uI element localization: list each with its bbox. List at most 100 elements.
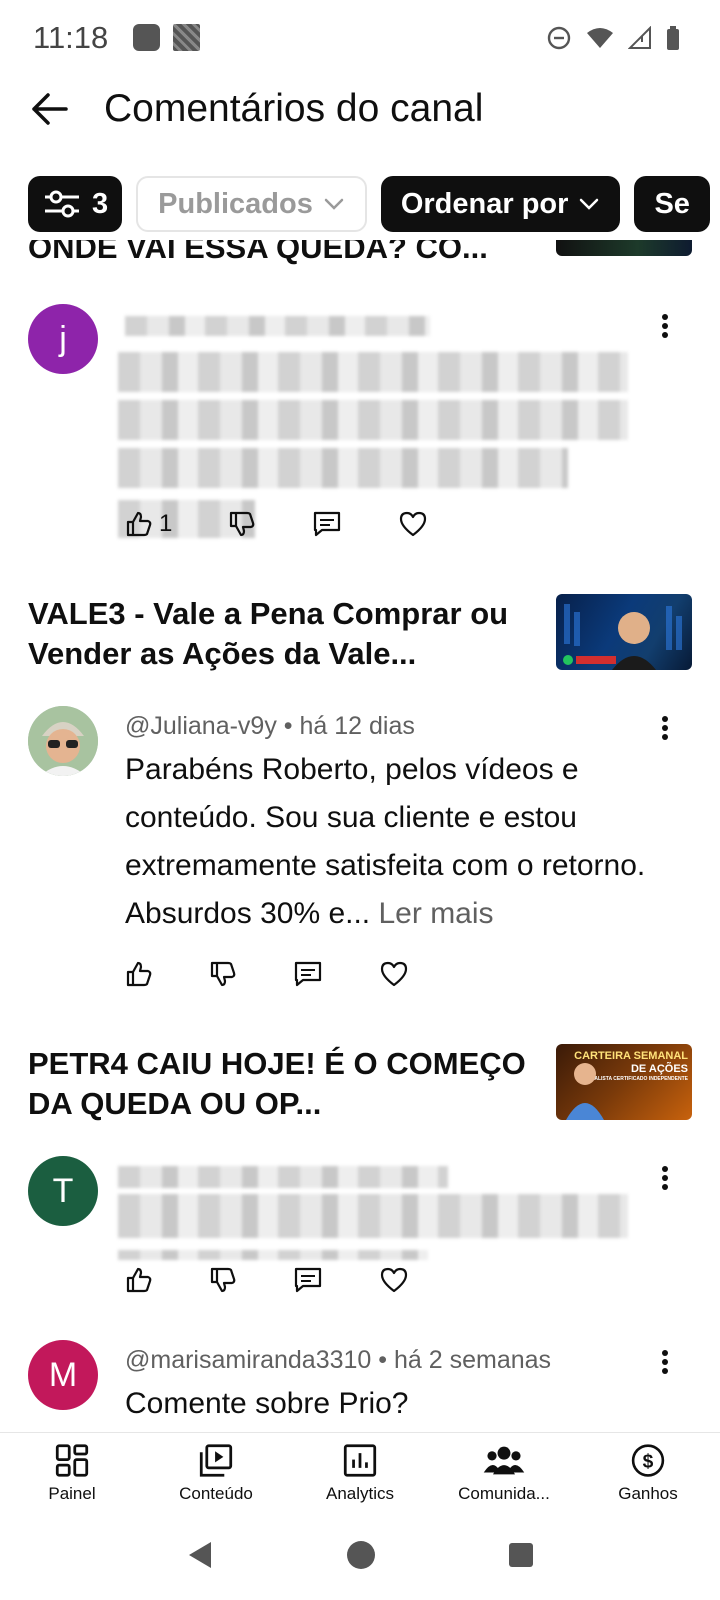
system-recents-icon[interactable] <box>507 1541 535 1569</box>
thumb-down-icon <box>230 511 255 537</box>
heart-button[interactable] <box>379 960 409 988</box>
notification-icons <box>133 24 200 51</box>
heart-button[interactable] <box>398 510 428 538</box>
thumbnail-art <box>563 604 682 670</box>
comment-author[interactable]: @Juliana-v9y <box>125 712 277 740</box>
comment-age: há 12 dias <box>299 712 415 740</box>
heart-icon <box>380 961 408 987</box>
thumb-up-icon <box>126 1267 152 1293</box>
read-more-link[interactable]: Ler mais <box>379 897 494 930</box>
next-filter-chip[interactable]: Se <box>634 176 710 232</box>
more-options-button[interactable] <box>650 306 680 346</box>
more-options-button[interactable] <box>650 708 680 748</box>
status-time: 11:18 <box>33 20 109 55</box>
redacted-text <box>118 352 628 392</box>
heart-button[interactable] <box>379 1266 409 1294</box>
filter-count: 3 <box>92 187 109 220</box>
status-bar: 11:18 <box>0 0 720 78</box>
dislike-button[interactable] <box>209 1266 237 1294</box>
redacted-author <box>125 316 430 336</box>
system-navigation-bar <box>0 1510 720 1600</box>
comment-author[interactable]: @marisamiranda3310 <box>125 1346 371 1374</box>
reply-comment-icon <box>294 961 322 987</box>
app-notification-icon <box>133 24 160 51</box>
thumb-down-icon <box>210 1267 236 1293</box>
page-title: Comentários do canal <box>104 87 484 130</box>
redacted-text <box>118 1250 428 1260</box>
system-home-icon[interactable] <box>345 1539 377 1571</box>
like-button[interactable] <box>125 1266 153 1294</box>
nav-label: Comunida... <box>458 1484 550 1503</box>
more-vert-icon <box>662 1166 668 1190</box>
like-button[interactable] <box>125 960 153 988</box>
nav-label: Ganhos <box>618 1484 678 1503</box>
arrow-back-icon <box>32 93 68 125</box>
chevron-down-icon <box>323 197 345 211</box>
nav-item-ganhos[interactable]: $ Ganhos <box>576 1433 720 1504</box>
published-filter-chip[interactable]: Publicados <box>136 176 367 232</box>
reply-button[interactable] <box>312 510 342 538</box>
meta-separator: • <box>378 1346 394 1374</box>
video-header[interactable]: ONDE VAI ESSA QUEDA? CO... <box>28 240 692 268</box>
redacted-text <box>118 400 628 440</box>
avatar[interactable] <box>28 706 98 776</box>
app-header: Comentários do canal <box>0 78 720 168</box>
nav-item-conteudo[interactable]: Conteúdo <box>144 1433 288 1504</box>
system-status-icons <box>546 25 680 51</box>
nav-label: Conteúdo <box>179 1484 253 1503</box>
thumb-down-icon <box>210 961 236 987</box>
filter-chips: 3 Publicados Ordenar por Se <box>28 176 720 234</box>
video-thumbnail <box>556 240 692 256</box>
reply-button[interactable] <box>293 960 323 988</box>
avatar-photo <box>28 706 98 776</box>
comment-meta: @Juliana-v9y • há 12 dias <box>125 712 415 741</box>
thumbnail-person <box>566 1063 604 1120</box>
comment-text: Comente sobre Prio? <box>125 1380 655 1428</box>
thumb-up-icon <box>126 511 152 537</box>
wifi-icon <box>587 28 613 48</box>
sort-chip[interactable]: Ordenar por <box>380 176 621 232</box>
nav-item-analytics[interactable]: Analytics <box>288 1433 432 1504</box>
next-chip-label: Se <box>654 187 690 220</box>
redacted-text <box>118 1194 628 1238</box>
reply-comment-icon <box>294 1267 322 1293</box>
comment-meta: @marisamiranda3310 • há 2 semanas <box>125 1346 551 1375</box>
dislike-button[interactable] <box>209 960 237 988</box>
chevron-down-icon <box>578 197 600 211</box>
more-vert-icon <box>662 314 668 338</box>
cell-signal-icon <box>628 26 651 49</box>
thumb-up-icon <box>126 961 152 987</box>
reply-button[interactable] <box>293 1266 323 1294</box>
more-options-button[interactable] <box>650 1342 680 1382</box>
like-button[interactable]: 1 <box>125 510 172 538</box>
avatar[interactable]: T <box>28 1156 98 1226</box>
video-header[interactable]: PETR4 CAIU HOJE! É O COMEÇO DA QUEDA OU … <box>28 1044 692 1124</box>
nav-label: Analytics <box>325 1484 395 1503</box>
more-options-button[interactable] <box>650 1158 680 1198</box>
nav-item-comunidade[interactable]: Comunida... <box>432 1433 576 1504</box>
comment-body: Comente sobre Prio? <box>125 1387 409 1420</box>
avatar[interactable]: M <box>28 1340 98 1410</box>
more-vert-icon <box>662 1350 668 1374</box>
meta-separator: • <box>283 712 300 740</box>
gallery-notification-icon <box>173 24 200 51</box>
sort-label: Ordenar por <box>400 187 569 220</box>
filter-settings-chip[interactable]: 3 <box>28 176 123 232</box>
back-button[interactable] <box>26 86 72 132</box>
system-back-icon[interactable] <box>185 1539 215 1571</box>
video-header[interactable]: VALE3 - Vale a Pena Comprar ou Vender as… <box>28 594 692 674</box>
analytics-icon <box>343 1444 377 1477</box>
comment-actions: 1 <box>125 510 484 538</box>
heart-icon <box>380 1267 408 1293</box>
comment-actions <box>125 1266 465 1294</box>
nav-item-painel[interactable]: Painel <box>0 1433 144 1504</box>
like-count: 1 <box>159 510 173 537</box>
dashboard-icon <box>55 1444 89 1477</box>
video-library-icon <box>199 1444 233 1477</box>
dislike-button[interactable] <box>228 510 256 538</box>
bottom-navigation: Painel Conteúdo Analytics Comunida... $ … <box>0 1432 720 1504</box>
avatar[interactable]: j <box>28 304 98 374</box>
video-title: ONDE VAI ESSA QUEDA? CO... <box>28 240 488 265</box>
community-icon <box>483 1446 525 1475</box>
battery-icon <box>667 26 679 50</box>
